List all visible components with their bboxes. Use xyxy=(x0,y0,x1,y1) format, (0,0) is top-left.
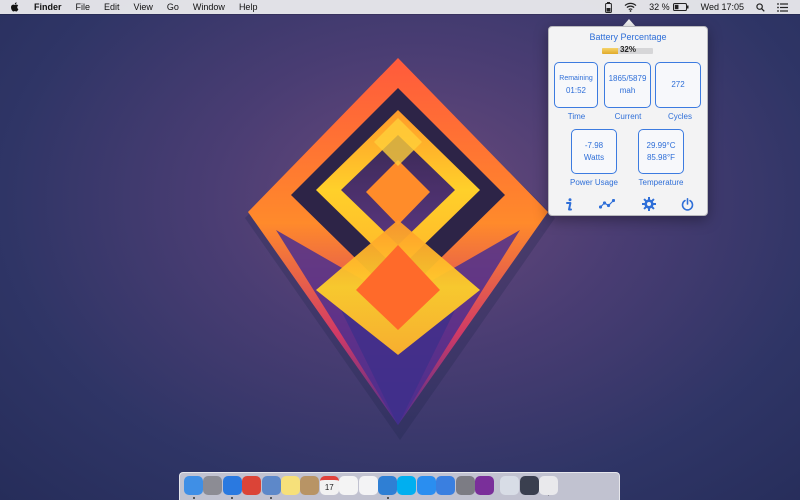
wifi-icon xyxy=(624,2,637,12)
menubar-clock[interactable]: Wed 17:05 xyxy=(695,0,750,14)
skype-icon[interactable] xyxy=(397,476,417,495)
info-icon xyxy=(566,197,572,210)
power-usage-value: -7.98 xyxy=(584,140,604,150)
screenshot-folder-icon[interactable] xyxy=(519,476,539,495)
cycles-value: 272 xyxy=(671,80,685,89)
power-button[interactable] xyxy=(678,195,696,213)
battery-level-text: 32% xyxy=(619,45,636,54)
current-label: Current xyxy=(614,112,642,121)
apple-menu[interactable] xyxy=(0,2,27,12)
dock: 17 xyxy=(179,472,620,500)
menu-edit[interactable]: Edit xyxy=(97,0,127,14)
apple-logo-icon xyxy=(11,2,19,12)
menu-view[interactable]: View xyxy=(127,0,160,14)
battery-percent-text: 32 % xyxy=(649,2,670,12)
time-remaining-value: 01:52 xyxy=(565,86,587,95)
temperature-celsius: 29.99°C xyxy=(646,140,676,150)
calendar-icon[interactable]: 17 xyxy=(319,476,339,495)
menu-bar: Finder File Edit View Go Window Help 32 … xyxy=(0,0,800,14)
time-remaining-caption: Remaining xyxy=(559,75,593,82)
settings-button[interactable] xyxy=(640,195,658,213)
info-button[interactable] xyxy=(560,195,578,213)
temperature-label: Temperature xyxy=(638,178,684,187)
time-label: Time xyxy=(567,112,586,121)
downloads-folder-icon[interactable] xyxy=(500,476,520,495)
wifi-status-item[interactable] xyxy=(618,2,643,12)
trash-icon[interactable] xyxy=(539,476,559,495)
affinity-icon[interactable] xyxy=(475,476,494,495)
cycles-box: 272 xyxy=(655,62,701,108)
battery-app-status-item[interactable] xyxy=(599,1,618,13)
chrome-icon[interactable] xyxy=(242,476,262,495)
menu-file[interactable]: File xyxy=(69,0,98,14)
safari-icon[interactable] xyxy=(222,476,242,495)
menu-go[interactable]: Go xyxy=(160,0,186,14)
notification-center-status-item[interactable] xyxy=(771,2,794,12)
system-preferences-icon[interactable] xyxy=(455,476,475,495)
power-usage-unit: Watts xyxy=(583,152,605,162)
notes-icon[interactable] xyxy=(281,476,300,495)
menu-app-finder[interactable]: Finder xyxy=(27,0,69,14)
popover-title: Battery Percentage xyxy=(589,32,667,42)
running-indicator xyxy=(231,497,234,499)
temperature-box: 29.99°C 85.98°F xyxy=(638,129,684,174)
running-indicator xyxy=(386,497,389,499)
power-usage-box: -7.98 Watts xyxy=(571,129,617,174)
temperature-fahrenheit: 85.98°F xyxy=(646,152,676,162)
running-indicator xyxy=(192,497,195,499)
quicktime-icon[interactable] xyxy=(436,476,456,495)
battery-icon xyxy=(672,3,689,11)
contacts-icon[interactable] xyxy=(300,476,320,495)
app-store-icon[interactable] xyxy=(416,476,436,495)
graph-button[interactable] xyxy=(598,195,616,213)
battery-popover: Battery Percentage 32% Remaining 01:52 T… xyxy=(548,26,708,216)
menu-window[interactable]: Window xyxy=(186,0,232,14)
power-usage-label: Power Usage xyxy=(569,178,619,187)
spotlight-search-icon xyxy=(756,2,765,12)
current-capacity-unit: mah xyxy=(619,86,636,95)
cycles-label: Cycles xyxy=(667,112,692,121)
graph-icon xyxy=(599,199,615,209)
xcode-icon[interactable] xyxy=(378,476,397,495)
time-remaining-box: Remaining 01:52 xyxy=(554,62,598,108)
power-icon xyxy=(681,197,693,211)
menu-help[interactable]: Help xyxy=(232,0,265,14)
preview-icon[interactable] xyxy=(261,476,281,495)
battery-app-icon xyxy=(605,1,613,13)
launchpad-icon[interactable] xyxy=(203,476,223,495)
spotlight-status-item[interactable] xyxy=(750,2,771,12)
itunes-icon[interactable] xyxy=(358,476,378,495)
notification-center-icon xyxy=(777,2,788,12)
battery-status-item[interactable]: 32 % xyxy=(643,2,695,12)
current-capacity-value: 1865/5879 xyxy=(608,74,647,83)
gear-icon xyxy=(642,197,656,211)
running-indicator xyxy=(270,497,273,499)
photos-icon[interactable] xyxy=(339,476,359,495)
finder-icon[interactable] xyxy=(184,476,203,495)
current-capacity-box: 1865/5879 mah xyxy=(604,62,651,108)
